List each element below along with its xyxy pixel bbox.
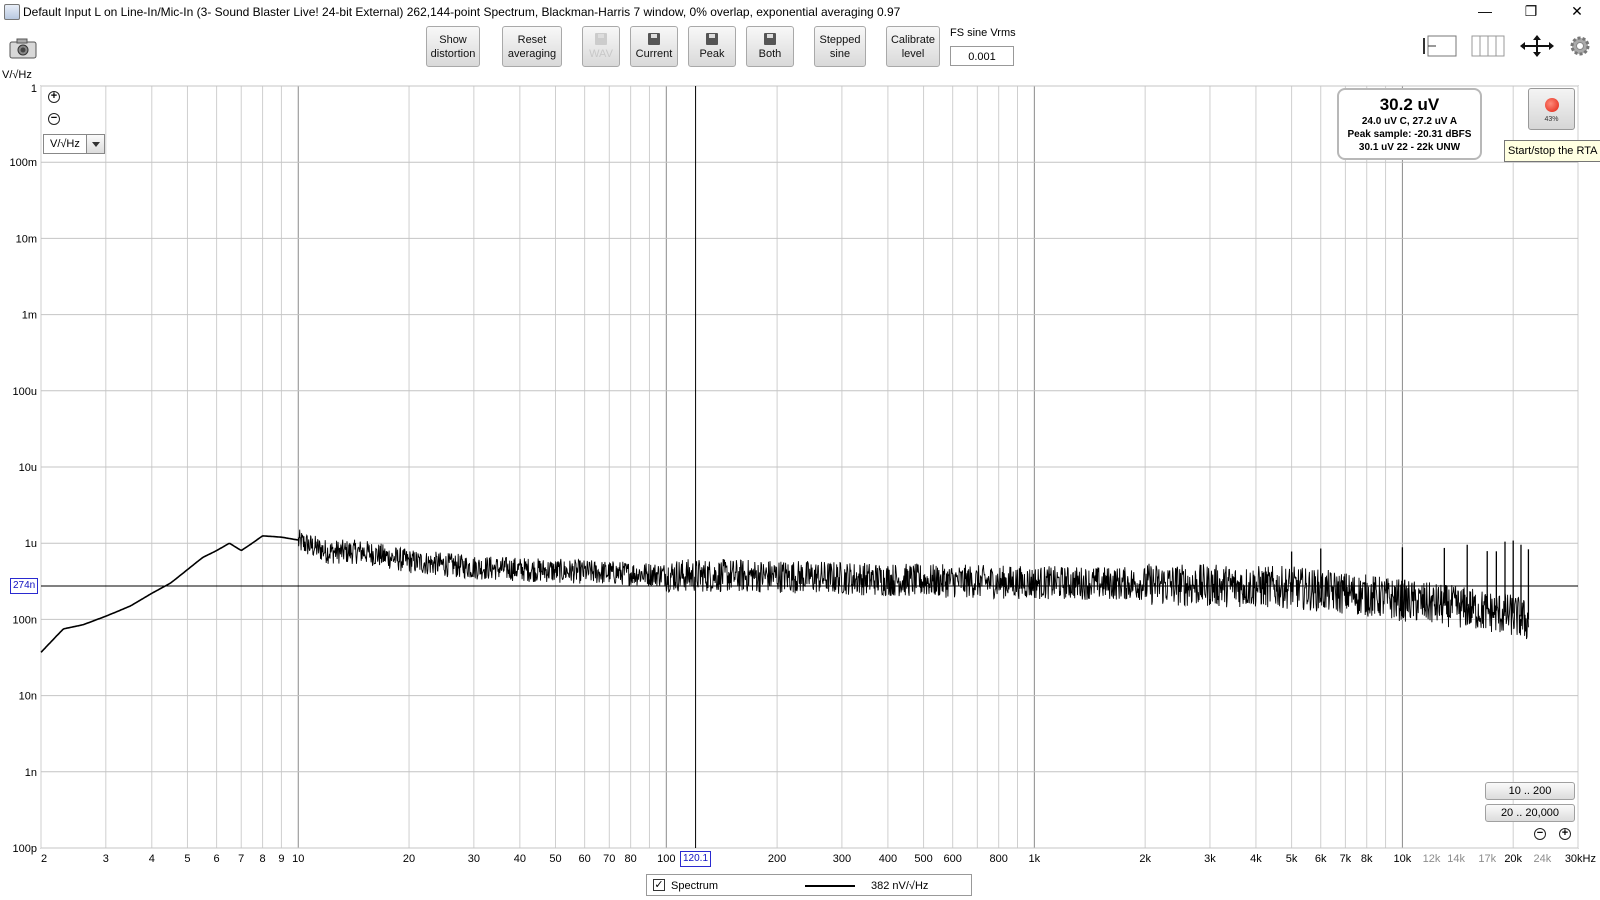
x-zoom-in-icon[interactable]: +	[1559, 828, 1571, 840]
x-tick-label: 14k	[1447, 853, 1465, 865]
readout-main: 30.2 uV	[1379, 95, 1440, 114]
readout-line1: 24.0 uV C, 27.2 uV A	[1361, 116, 1458, 127]
readout-line2: Peak sample: -20.31 dBFS	[1347, 129, 1472, 140]
x-tick-label: 10	[292, 853, 304, 865]
rta-percent: 43%	[1544, 116, 1559, 123]
x-tick-label: 5k	[1286, 853, 1298, 865]
x-tick-label: 6	[214, 853, 220, 865]
y-tick-label: 100n	[13, 614, 37, 626]
y-tick-label: 1u	[25, 538, 37, 550]
x-tick-label: 3k	[1204, 853, 1216, 865]
spectrum-checkbox[interactable]: ✓	[653, 879, 665, 891]
y-axis-labels: 1 100m 10m 1m 100u 10u 1u 100n 10n 1n 100p	[9, 83, 37, 855]
legend-line-swatch	[805, 885, 855, 887]
x-tick-label: 40	[514, 853, 526, 865]
legend-series-value: 382 nV/√Hz	[871, 880, 929, 892]
x-tick-label: 300	[833, 853, 851, 865]
readout-line3: 30.1 uV 22 - 22k UNW	[1358, 142, 1461, 153]
zoom-in-icon[interactable]: +	[48, 91, 60, 103]
x-tick-label: 2	[41, 853, 47, 865]
x-tick-label: 500	[914, 853, 932, 865]
x-tick-label: 10k	[1394, 853, 1412, 865]
y-tick-label: 10n	[19, 691, 37, 703]
x-tick-label: 20	[403, 853, 415, 865]
x-tick-label: 200	[768, 853, 786, 865]
cursor-x-value: 120.1	[680, 851, 712, 867]
cursor-y-value: 274n	[10, 578, 39, 594]
record-icon	[1545, 98, 1559, 112]
x-tick-label: 20k	[1504, 853, 1522, 865]
y-tick-label: 100m	[9, 157, 37, 169]
y-tick-label: 1n	[25, 767, 37, 779]
x-tick-label: 30	[468, 853, 480, 865]
x-tick-label: 5	[184, 853, 190, 865]
x-tick-label: 7k	[1340, 853, 1352, 865]
chart-legend: ✓ Spectrum 382 nV/√Hz	[646, 874, 972, 896]
x-tick-label: 100	[657, 853, 675, 865]
x-tick-label: 1k	[1029, 853, 1041, 865]
x-tick-label: 80	[625, 853, 637, 865]
x-tick-label: 6k	[1315, 853, 1327, 865]
y-tick-label: 10m	[16, 233, 37, 245]
x-tick-label: 7	[238, 853, 244, 865]
x-tick-label: 12k	[1423, 853, 1441, 865]
rta-tooltip: Start/stop the RTA	[1504, 140, 1600, 162]
x-tick-label: 3	[103, 853, 109, 865]
range-20-20000-button[interactable]: 20 .. 20,000	[1485, 804, 1575, 822]
range-10-200-button[interactable]: 10 .. 200	[1485, 782, 1575, 800]
x-tick-label: 17k	[1478, 853, 1496, 865]
y-tick-label: 100u	[13, 386, 37, 398]
x-axis-labels: 2 3 4 5 6 7 8 9 10 20 30 40 50 60 70 80 100 200 300 400 500 6…	[41, 853, 1596, 865]
x-tick-label: 2k	[1139, 853, 1151, 865]
y-tick-label: 10u	[19, 462, 37, 474]
zoom-out-icon[interactable]: −	[48, 113, 60, 125]
x-tick-label: 4	[149, 853, 155, 865]
x-tick-label: 8k	[1361, 853, 1373, 865]
x-tick-label: 9	[278, 853, 284, 865]
unit-select-value: V/√Hz	[50, 138, 80, 150]
x-tick-label: 60	[579, 853, 591, 865]
y-tick-label: 1m	[22, 310, 37, 322]
chevron-down-icon[interactable]	[86, 135, 104, 153]
x-tick-label: 400	[879, 853, 897, 865]
x-tick-label: 800	[990, 853, 1008, 865]
x-tick-label: 50	[549, 853, 561, 865]
y-tick-label: 100p	[13, 843, 37, 855]
x-tick-label: 8	[260, 853, 266, 865]
x-tick-label: 70	[603, 853, 615, 865]
chart-grid	[40, 85, 1579, 849]
rta-start-stop-button[interactable]: 43%	[1528, 88, 1575, 130]
level-readout: 30.2 uV 24.0 uV C, 27.2 uV A Peak sample…	[1337, 88, 1482, 160]
x-tick-label: 4k	[1250, 853, 1262, 865]
y-tick-label: 1	[31, 83, 37, 95]
unit-select[interactable]: V/√Hz	[43, 134, 105, 154]
x-tick-label: 600	[944, 853, 962, 865]
x-tick-label: 30kHz	[1565, 853, 1596, 865]
x-zoom-out-icon[interactable]: −	[1534, 828, 1546, 840]
x-tick-label: 24k	[1533, 853, 1551, 865]
legend-series-name: Spectrum	[671, 880, 719, 892]
